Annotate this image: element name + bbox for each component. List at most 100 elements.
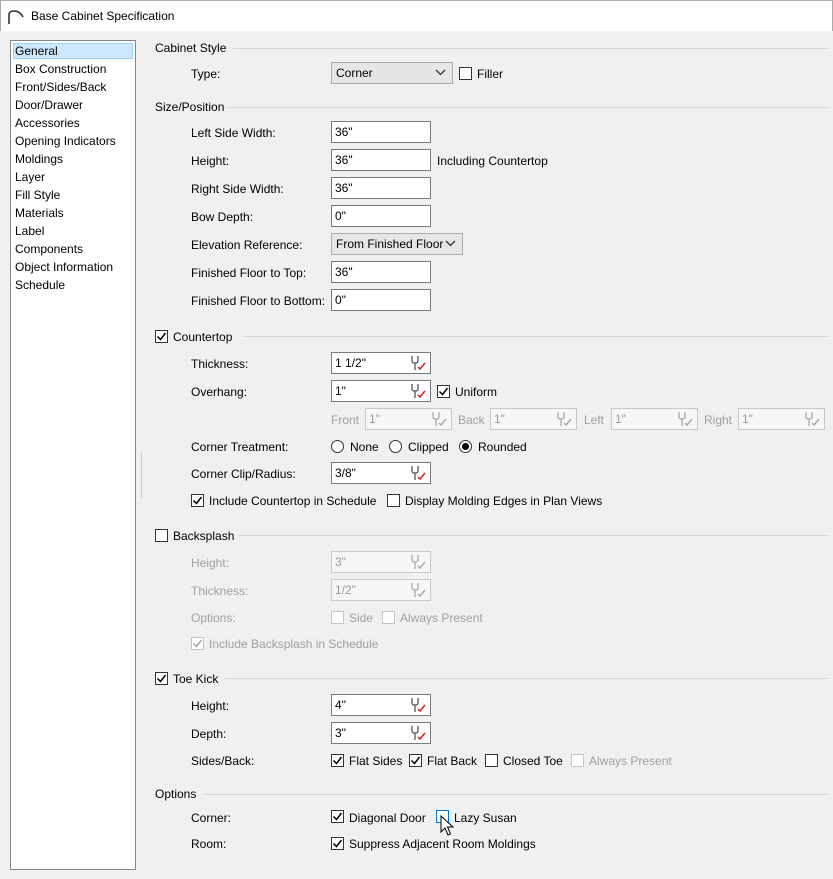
wrench-icon[interactable]: [408, 382, 428, 400]
wrench-icon[interactable]: [408, 354, 428, 372]
check-icon: [332, 839, 343, 848]
bow-depth-input[interactable]: 0": [331, 205, 431, 227]
left-input[interactable]: 1": [611, 408, 698, 430]
wrench-icon: [411, 555, 426, 570]
countertop-checkbox[interactable]: [155, 330, 168, 343]
category-list[interactable]: General Box Construction Front/Sides/Bac…: [10, 40, 136, 870]
nav-item-box-construction[interactable]: Box Construction: [14, 61, 107, 77]
floor-to-top-label: Finished Floor to Top:: [191, 266, 307, 280]
suppress-moldings-label: Suppress Adjacent Room Moldings: [349, 837, 536, 851]
splitter-handle[interactable]: [141, 452, 143, 498]
nav-item-label[interactable]: Label: [14, 223, 45, 239]
right-input[interactable]: 1": [738, 408, 825, 430]
check-icon: [156, 332, 167, 341]
back-input[interactable]: 1": [490, 408, 577, 430]
bs-always-present-checkbox[interactable]: [382, 611, 395, 624]
tk-depth-label: Depth:: [191, 727, 227, 741]
corner-clipped-label: Clipped: [408, 440, 449, 454]
suppress-moldings-checkbox[interactable]: [331, 837, 344, 850]
include-countertop-schedule-checkbox[interactable]: [191, 494, 204, 507]
tk-always-present-checkbox[interactable]: [571, 754, 584, 767]
bs-height-value: 3": [335, 555, 346, 569]
toe-kick-checkbox[interactable]: [155, 672, 168, 685]
elevation-reference-dropdown[interactable]: From Finished Floor: [331, 233, 463, 255]
corner-treatment-label: Corner Treatment:: [191, 440, 289, 454]
wrench-icon[interactable]: [408, 696, 428, 714]
floor-to-bottom-input[interactable]: 0": [331, 289, 431, 311]
divider: [233, 48, 827, 49]
type-label: Type:: [191, 67, 221, 81]
tk-height-input[interactable]: 4": [331, 694, 431, 716]
front-label: Front: [331, 413, 360, 427]
diagonal-door-checkbox[interactable]: [331, 810, 344, 823]
display-molding-edges-checkbox[interactable]: [387, 494, 400, 507]
filler-checkbox[interactable]: [459, 67, 472, 80]
flat-sides-checkbox[interactable]: [331, 754, 344, 767]
nav-item-layer[interactable]: Layer: [14, 169, 46, 185]
corner-label: Corner:: [191, 811, 232, 825]
front-input[interactable]: 1": [365, 408, 452, 430]
floor-to-top-input[interactable]: 36": [331, 261, 431, 283]
diagonal-door-label: Diagonal Door: [349, 811, 426, 825]
corner-clip-radius-input[interactable]: 3/8": [331, 462, 431, 484]
nav-item-object-information[interactable]: Object Information: [14, 259, 114, 275]
title-bar: Base Cabinet Specification: [0, 0, 833, 31]
bs-side-checkbox[interactable]: [331, 611, 344, 624]
backsplash-checkbox[interactable]: [155, 529, 168, 542]
bs-options-label: Options:: [191, 611, 236, 625]
bs-always-present-label: Always Present: [400, 611, 483, 625]
height-label: Height:: [191, 154, 230, 168]
include-backsplash-schedule-checkbox[interactable]: [191, 637, 204, 650]
nav-item-materials[interactable]: Materials: [14, 205, 65, 221]
sides-back-label: Sides/Back:: [191, 754, 255, 768]
corner-none-radio[interactable]: [331, 440, 344, 453]
group-backsplash: Backsplash: [173, 529, 235, 543]
divider: [239, 535, 827, 536]
tk-height-value: 4": [335, 698, 346, 712]
left-label: Left: [584, 413, 605, 427]
back-value: 1": [494, 412, 505, 426]
corner-clip-radius-value: 3/8": [335, 466, 356, 480]
ct-thickness-label: Thickness:: [191, 357, 249, 371]
group-options: Options: [155, 787, 197, 801]
closed-toe-checkbox[interactable]: [485, 754, 498, 767]
chevron-down-icon: [445, 240, 456, 247]
wrench-icon[interactable]: [408, 464, 428, 482]
right-side-width-input[interactable]: 36": [331, 177, 431, 199]
nav-item-schedule[interactable]: Schedule: [14, 277, 66, 293]
uniform-checkbox[interactable]: [437, 385, 450, 398]
tk-depth-input[interactable]: 3": [331, 722, 431, 744]
left-side-width-input[interactable]: 36": [331, 121, 431, 143]
type-dropdown[interactable]: Corner: [331, 62, 453, 84]
flat-back-label: Flat Back: [427, 754, 478, 768]
nav-item-fill-style[interactable]: Fill Style: [14, 187, 61, 203]
corner-clipped-radio[interactable]: [389, 440, 402, 453]
corner-rounded-radio[interactable]: [459, 440, 472, 453]
divider: [229, 107, 827, 108]
nav-item-components[interactable]: Components: [14, 241, 84, 257]
include-backsplash-schedule-label: Include Backsplash in Schedule: [209, 637, 379, 651]
tk-depth-value: 3": [335, 726, 346, 740]
wrench-icon[interactable]: [408, 724, 428, 742]
check-icon: [332, 812, 343, 821]
flat-back-checkbox[interactable]: [409, 754, 422, 767]
corner-none-label: None: [350, 440, 379, 454]
height-input[interactable]: 36": [331, 149, 431, 171]
nav-item-door-drawer[interactable]: Door/Drawer: [14, 97, 84, 113]
divider: [225, 678, 827, 679]
left-value: 1": [615, 412, 626, 426]
check-icon: [438, 387, 449, 396]
nav-item-accessories[interactable]: Accessories: [14, 115, 81, 131]
nav-item-front-sides-back[interactable]: Front/Sides/Back: [14, 79, 107, 95]
nav-item-general[interactable]: General: [13, 43, 133, 59]
tk-always-present-label: Always Present: [589, 754, 672, 768]
overhang-input[interactable]: 1": [331, 380, 431, 402]
bs-thickness-input[interactable]: 1/2": [331, 579, 431, 601]
ct-thickness-input[interactable]: 1 1/2": [331, 352, 431, 374]
flat-sides-label: Flat Sides: [349, 754, 403, 768]
wrench-icon: [557, 412, 572, 427]
bs-height-input[interactable]: 3": [331, 551, 431, 573]
nav-item-moldings[interactable]: Moldings: [14, 151, 64, 167]
nav-item-opening-indicators[interactable]: Opening Indicators: [14, 133, 117, 149]
right-side-width-label: Right Side Width:: [191, 182, 284, 196]
